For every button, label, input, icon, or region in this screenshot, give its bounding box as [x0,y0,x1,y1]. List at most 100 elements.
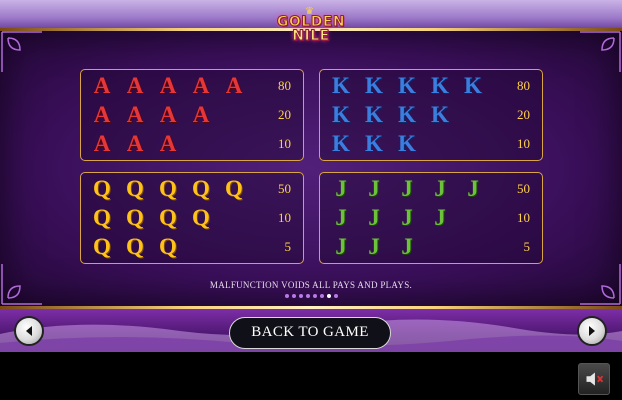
symbol-j: J [368,234,380,259]
paytable-row: JJJ5 [320,234,542,260]
symbol-a: A [126,102,144,127]
symbol-q: Q [159,176,177,201]
corner-ornament-icon [0,30,44,74]
arrow-left-icon [26,326,32,336]
payout-value: 80 [278,78,291,93]
symbol-a: A [159,131,177,156]
paytable-screen: ♛ GOLDEN NILE A A A A A 80 A A A A 20 A A A 10 K K K K K 80… [0,0,622,352]
payout-value: 5 [284,239,292,254]
logo-line2: NILE [292,28,330,45]
page-dot[interactable] [319,294,324,298]
symbol-a: A [225,73,243,98]
page-indicator [0,294,622,298]
payout-value: 10 [278,136,291,151]
symbol-k: K [398,73,416,98]
symbol-j: J [401,205,413,230]
paytable-row: A A A A A 80 [81,73,303,99]
symbol-a: A [93,73,111,98]
payout-value: 50 [517,181,530,196]
symbol-k: K [431,102,449,127]
symbol-k: K [398,131,416,156]
page-dot[interactable] [284,294,289,298]
paytable-row: Q Q Q Q Q 50 [81,176,303,202]
symbol-a: A [159,73,177,98]
payout-value: 5 [523,239,531,254]
paytable-row: J J J J 10 [320,205,542,231]
symbol-j: J [335,234,347,259]
symbol-k: K [431,73,449,98]
symbol-q: Q [192,176,210,201]
page-dot[interactable] [312,294,317,298]
page-dot[interactable] [291,294,296,298]
symbol-k: K [398,102,416,127]
symbol-j: J [434,176,446,201]
payout-value: 10 [278,210,291,225]
paytable-row: QQQ5 [81,234,303,260]
sound-toggle-button[interactable] [578,363,610,395]
payout-value: 80 [517,78,530,93]
payout-value: 20 [517,107,530,122]
prev-page-button[interactable] [14,316,44,346]
crown-icon: ♛ [305,6,314,17]
symbol-a: A [126,73,144,98]
payout-value: 10 [517,136,530,151]
symbol-k: K [332,73,350,98]
symbol-a: A [93,102,111,127]
paytable-row: J J J J J 50 [320,176,542,202]
symbol-a: A [192,73,210,98]
payout-value: 20 [278,107,291,122]
symbol-q: Q [93,234,111,259]
symbol-q: Q [93,205,111,230]
paytable-row: Q Q Q Q 10 [81,205,303,231]
paytable-row: A A A 10 [81,131,303,157]
paytable-panel-k: K K K K K 80 K K K K 20 K K K 10 [319,69,543,161]
symbol-a: A [159,102,177,127]
paytable-panel-q: Q Q Q Q Q 50 Q Q Q Q 10 Q Q Q 5 [80,172,304,264]
symbol-q: Q [159,234,177,259]
page-dot[interactable] [333,294,338,298]
paytable-row: K K K K 20 [320,102,542,128]
page-dot[interactable] [298,294,303,298]
symbol-q: Q [93,176,111,201]
symbol-q: Q [126,234,144,259]
symbol-a: A [126,131,144,156]
page-dot[interactable] [326,294,331,298]
payout-value: 50 [278,181,291,196]
game-logo: ♛ GOLDEN NILE [268,6,354,58]
symbol-q: Q [192,205,210,230]
back-to-game-button[interactable]: BACK TO GAME [229,317,391,349]
symbol-a: A [192,102,210,127]
symbol-a: A [93,131,111,156]
symbol-j: J [368,176,380,201]
symbol-j: J [434,205,446,230]
next-page-button[interactable] [577,316,607,346]
symbol-k: K [332,131,350,156]
symbol-j: J [467,176,479,201]
symbol-k: K [365,102,383,127]
symbol-k: K [365,73,383,98]
symbol-j: J [401,234,413,259]
symbol-k: K [365,131,383,156]
symbol-q: Q [225,176,243,201]
paytable-row: A A A A 20 [81,102,303,128]
paytable-row: K K K K K 80 [320,73,542,99]
symbol-j: J [401,176,413,201]
speaker-muted-icon [586,372,604,386]
payout-value: 10 [517,210,530,225]
symbol-q: Q [126,176,144,201]
symbol-k: K [332,102,350,127]
symbol-k: K [464,73,482,98]
symbol-j: J [335,205,347,230]
symbol-q: Q [159,205,177,230]
paytable-panel-j: J J J J J 50 J J J J 10 J J J 5 [319,172,543,264]
symbol-j: J [368,205,380,230]
paytable-panel-a: A A A A A 80 A A A A 20 A A A 10 [80,69,304,161]
corner-ornament-icon [578,30,622,74]
malfunction-notice: MALFUNCTION VOIDS ALL PAYS AND PLAYS. [209,280,413,290]
paytable-row: K K K 10 [320,131,542,157]
symbol-j: J [335,176,347,201]
bottom-gold-border [0,306,622,309]
arrow-right-icon [589,326,595,336]
page-dot[interactable] [305,294,310,298]
symbol-q: Q [126,205,144,230]
